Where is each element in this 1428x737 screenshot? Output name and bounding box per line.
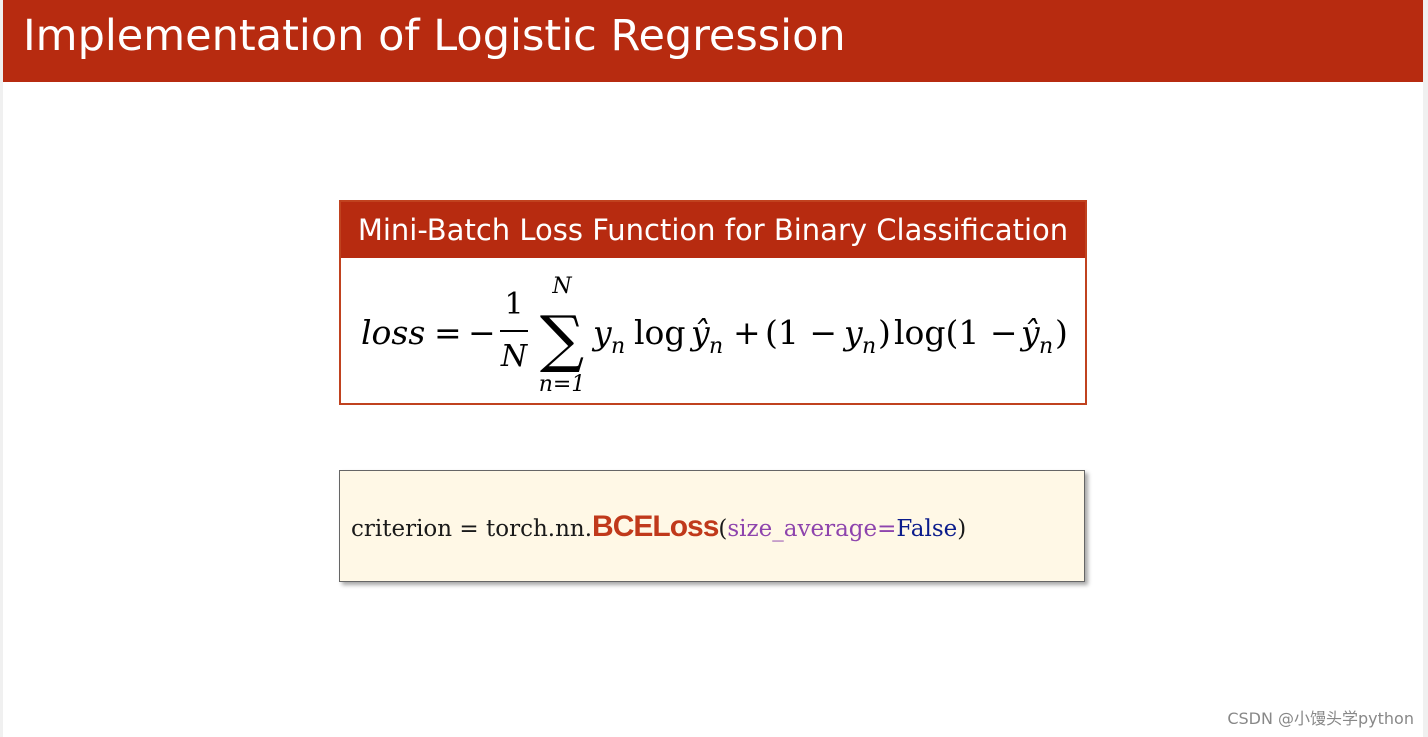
code-line: criterion = torch.nn.BCELoss(size_averag… (351, 507, 966, 549)
log1: log (634, 313, 686, 352)
bceloss-class-name: BCELoss (592, 510, 719, 543)
slide: Implementation of Logistic Regression Mi… (3, 0, 1423, 737)
formula-box: Mini-Batch Loss Function for Binary Clas… (339, 200, 1087, 405)
yhat1-sub: n (709, 334, 723, 359)
slide-title: Implementation of Logistic Regression (23, 11, 846, 61)
sum-upper: N (551, 274, 572, 299)
code-close-paren: ) (957, 516, 967, 542)
code-prefix: criterion = torch.nn. (351, 516, 593, 542)
paren-open: (1 − (765, 313, 837, 352)
sum-symbol: ∑ (540, 302, 584, 375)
fraction-numerator: 1 (504, 287, 523, 322)
formula-plus: + (733, 313, 761, 352)
code-value: False (896, 516, 958, 542)
formula-header: Mini-Batch Loss Function for Binary Clas… (341, 202, 1085, 258)
term1: y (591, 313, 612, 352)
term2-sub: n (862, 334, 876, 359)
yhat2: ŷ (1019, 313, 1040, 352)
yhat1: ŷ (689, 313, 710, 352)
fraction-denominator: N (500, 339, 529, 374)
title-bar: Implementation of Logistic Regression (3, 0, 1423, 82)
sum-lower: n=1 (539, 372, 586, 397)
formula-equals: = (434, 313, 462, 352)
paren-close: ) (878, 313, 891, 352)
code-kwarg: size_average= (727, 516, 897, 542)
term2: y (842, 313, 863, 352)
term1-sub: n (611, 334, 625, 359)
code-box: criterion = torch.nn.BCELoss(size_averag… (339, 470, 1085, 582)
loss-formula: loss = − 1 N N ∑ n=1 y n log ŷ n + (1 − … (361, 274, 1068, 397)
yhat2-sub: n (1039, 334, 1053, 359)
final-paren: ) (1055, 313, 1068, 352)
formula-minus: − (468, 313, 496, 352)
log2: log(1 − (894, 313, 1018, 352)
watermark: CSDN @小馒头学python (1227, 709, 1414, 728)
formula-lhs: loss (361, 313, 425, 352)
